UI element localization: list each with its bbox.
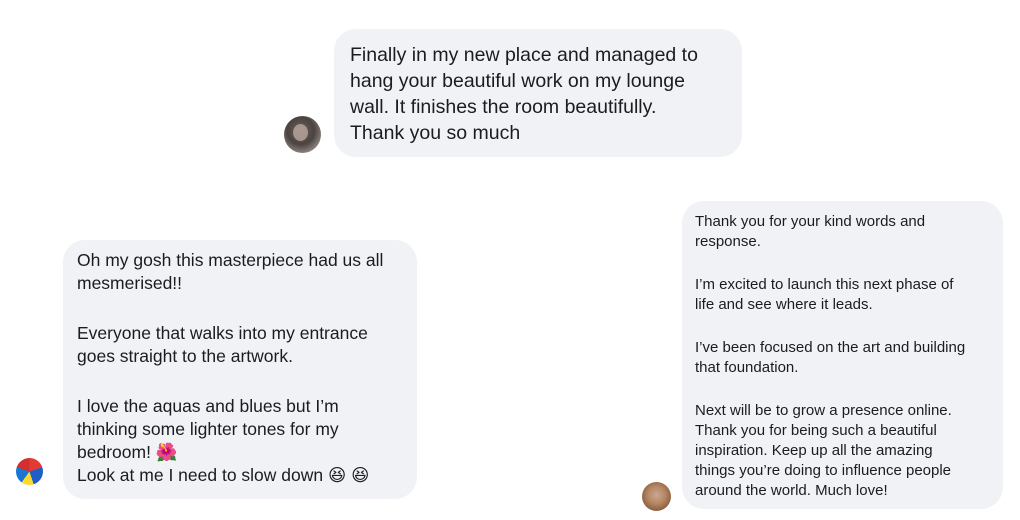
message-paragraph: I’m excited to launch this next phase of…	[695, 276, 954, 313]
message-text: Finally in my new place and managed to h…	[350, 44, 698, 144]
message-paragraph: I’ve been focused on the art and buildin…	[695, 339, 966, 376]
sender-avatar[interactable]	[284, 116, 321, 153]
message-paragraph: Next will be to grow a presence online. …	[695, 402, 952, 499]
message-paragraph: Oh my gosh this masterpiece had us all m…	[77, 250, 384, 293]
message-bubble[interactable]: Oh my gosh this masterpiece had us all m…	[63, 240, 417, 499]
sender-avatar[interactable]	[16, 458, 43, 485]
my-avatar[interactable]	[642, 482, 671, 511]
message-paragraph: Everyone that walks into my entrance goe…	[77, 323, 368, 366]
message-paragraph: Thank you for your kind words and respon…	[695, 213, 926, 250]
message-bubble[interactable]: Finally in my new place and managed to h…	[334, 29, 742, 157]
message-paragraph: I love the aquas and blues but I’m think…	[77, 396, 370, 485]
message-bubble[interactable]: Thank you for your kind words and respon…	[682, 201, 1003, 509]
avatar-photo	[293, 124, 308, 141]
